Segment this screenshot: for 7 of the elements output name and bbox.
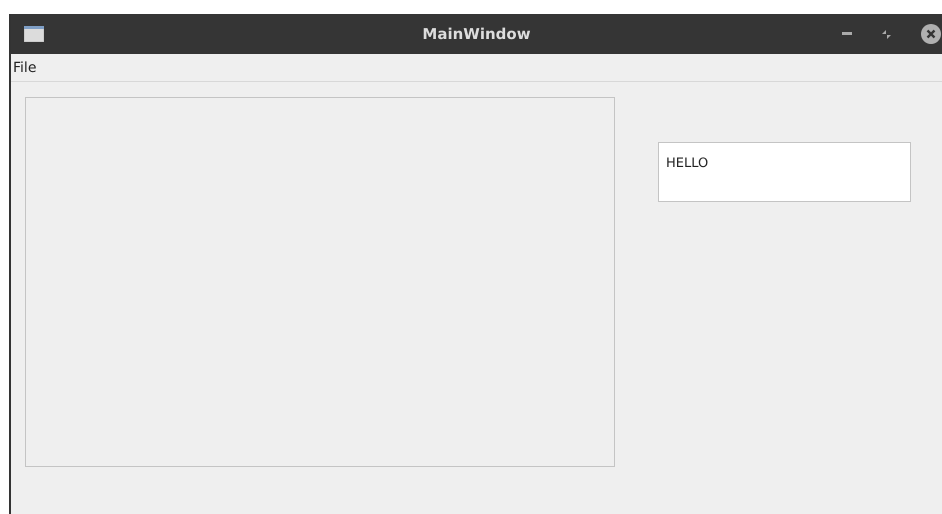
menu-item[interactable]: File [13,60,36,76]
minimize-icon[interactable] [842,32,852,36]
window-title: MainWindow [422,25,531,43]
restore-icon[interactable] [882,30,891,38]
close-icon[interactable] [921,24,941,44]
window-icon [24,26,44,42]
text-field[interactable]: HELLO [658,142,911,202]
